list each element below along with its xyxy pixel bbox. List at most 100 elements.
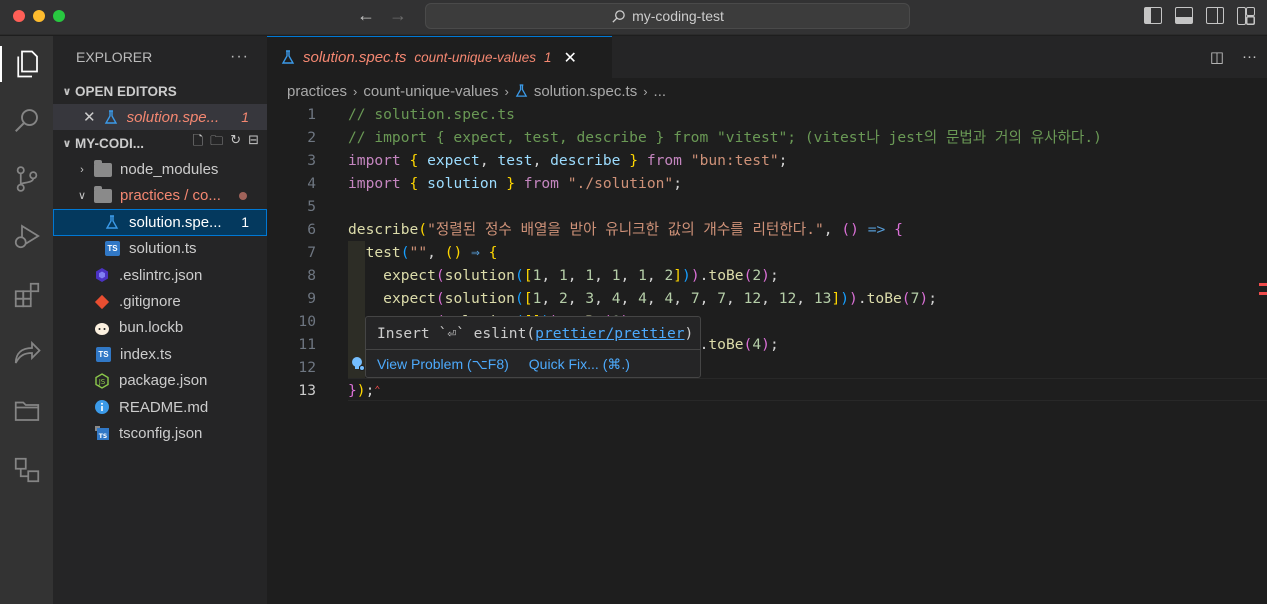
breadcrumb: practices › count-unique-values › soluti… [267,79,1267,103]
customize-layout-icon[interactable] [1237,7,1255,25]
project-manager-icon[interactable] [0,446,53,494]
close-tab-icon[interactable]: ✕ [564,48,577,68]
chevron-down-icon: ∨ [62,85,72,98]
tree-item-index-ts[interactable]: TS index.ts [53,341,267,367]
collapse-all-icon[interactable]: ⊟ [248,132,259,154]
test-flask-icon [515,84,528,97]
split-editor-icon[interactable]: ◫ [1210,48,1224,66]
toggle-primary-sidebar-icon[interactable] [1144,7,1162,24]
line-number: 5 [307,198,316,215]
breadcrumb-item[interactable]: ... [654,83,667,100]
back-arrow-icon[interactable]: ← [357,5,375,26]
nodejs-icon: JS [95,372,109,389]
minimize-window-button[interactable] [33,10,45,22]
chevron-right-icon: › [504,83,509,99]
tree-item-label: node_modules [120,161,219,179]
chevron-right-icon: › [353,83,358,99]
toggle-secondary-sidebar-icon[interactable] [1206,7,1224,24]
line-number: 4 [307,175,316,192]
code-line: // import { expect, test, describe } fro… [348,129,1102,146]
chevron-down-icon: ∨ [77,190,87,203]
test-flask-icon [104,109,117,124]
more-actions-icon[interactable]: ··· [1242,48,1257,66]
activity-bar [0,36,53,604]
run-debug-icon[interactable] [0,212,53,260]
breadcrumb-item[interactable]: solution.spec.ts [534,83,637,100]
tree-item-label: README.md [119,398,209,416]
close-window-button[interactable] [13,10,25,22]
code-line: import { solution } from "./solution"; [348,175,682,192]
eslint-icon [96,268,108,283]
tree-item-node-modules[interactable]: › node_modules [53,156,267,182]
tab-problem-count: 1 [543,50,552,65]
problem-hover-popup: Insert `⏎` eslint( prettier/prettier ) V… [365,316,701,378]
toggle-panel-icon[interactable] [1175,7,1193,24]
chevron-down-icon: ∨ [62,137,72,150]
more-actions-icon[interactable]: ··· [230,48,249,66]
code-line: test("", () ⇒ { [365,244,498,261]
tree-item-solution-ts[interactable]: TS solution.ts [53,236,267,262]
source-control-icon[interactable] [0,155,53,203]
git-icon [94,294,110,309]
tree-item-readme[interactable]: README.md [53,394,267,420]
new-folder-icon[interactable]: 🗀 [210,132,223,154]
tab-description: count-unique-values [414,50,536,65]
scrollbar-error-marker [1259,292,1267,295]
tree-item-label: tsconfig.json [119,424,203,442]
chevron-right-icon: › [80,163,84,176]
tree-item-practices[interactable]: ∨ practices / co... [53,183,267,209]
open-editor-item[interactable]: ✕ solution.spe... 1 [53,104,267,131]
tree-item-gitignore[interactable]: .gitignore [53,288,267,314]
code-line: // solution.spec.ts [348,106,515,123]
search-icon [612,9,625,23]
quick-fix-link[interactable]: Quick Fix... (⌘.) [529,356,630,373]
folder-icon[interactable] [0,386,53,434]
line-number: 10 [298,313,316,330]
editor-tab-bar: solution.spec.ts count-unique-values 1 ✕… [267,36,1267,78]
open-editors-section[interactable]: ∨ OPEN EDITORS [53,78,267,104]
breadcrumb-item[interactable]: practices [287,83,347,100]
explorer-sidebar: EXPLORER ··· ∨ OPEN EDITORS ✕ solution.s… [53,36,267,604]
code-line: import { expect, test, describe } from "… [348,152,788,169]
bun-icon [95,322,109,335]
typescript-icon: TS [96,346,111,362]
test-flask-icon [105,215,119,229]
open-editor-name: solution.spe... [126,108,220,126]
modified-dot-icon [239,191,247,200]
command-center-search[interactable]: my-coding-test [425,3,910,29]
tree-item-solution-spec[interactable]: solution.spe... 1 [53,209,267,236]
line-number-current: 13 [298,382,316,399]
typescript-icon: TS [105,241,120,257]
search-icon[interactable] [0,96,53,144]
tree-item-bun-lockb[interactable]: bun.lockb [53,315,267,341]
folder-open-icon [94,185,112,203]
lightbulb-icon[interactable] [350,356,366,372]
line-number: 2 [307,129,316,146]
rule-link[interactable]: prettier/prettier [535,325,684,342]
line-number: 6 [307,221,316,238]
chevron-right-icon: › [643,83,648,99]
breadcrumb-item[interactable]: count-unique-values [363,83,498,100]
workspace-section[interactable]: ∨ MY-CODI... 🗋 🗀 ↻ ⊟ [53,130,267,156]
line-number: 11 [298,336,316,353]
view-problem-link[interactable]: View Problem (⌥F8) [377,356,509,373]
close-icon[interactable]: ✕ [83,108,96,126]
new-file-icon[interactable]: 🗋 [193,132,203,154]
tree-item-eslintrc[interactable]: .eslintrc.json [53,262,267,288]
extensions-icon[interactable] [0,271,53,319]
test-flask-icon [281,50,295,64]
scrollbar-error-marker [1259,283,1267,286]
line-number: 3 [307,152,316,169]
line-number: 9 [307,290,316,307]
popup-message-end: ) [684,324,694,342]
tab-solution-spec[interactable]: solution.spec.ts count-unique-values 1 ✕ [267,36,612,78]
refresh-icon[interactable]: ↻ [230,132,241,154]
explorer-icon[interactable] [0,40,53,88]
tree-item-package-json[interactable]: JS package.json [53,368,267,394]
code-line: expect(solution([1, 1, 1, 1, 1, 2])).toB… [383,267,779,284]
remote-explorer-icon[interactable] [0,329,53,377]
open-editor-problem-count: 1 [241,109,249,126]
tree-item-tsconfig[interactable]: TS tsconfig.json [53,420,267,446]
maximize-window-button[interactable] [53,10,65,22]
forward-arrow-icon[interactable]: → [389,5,407,26]
